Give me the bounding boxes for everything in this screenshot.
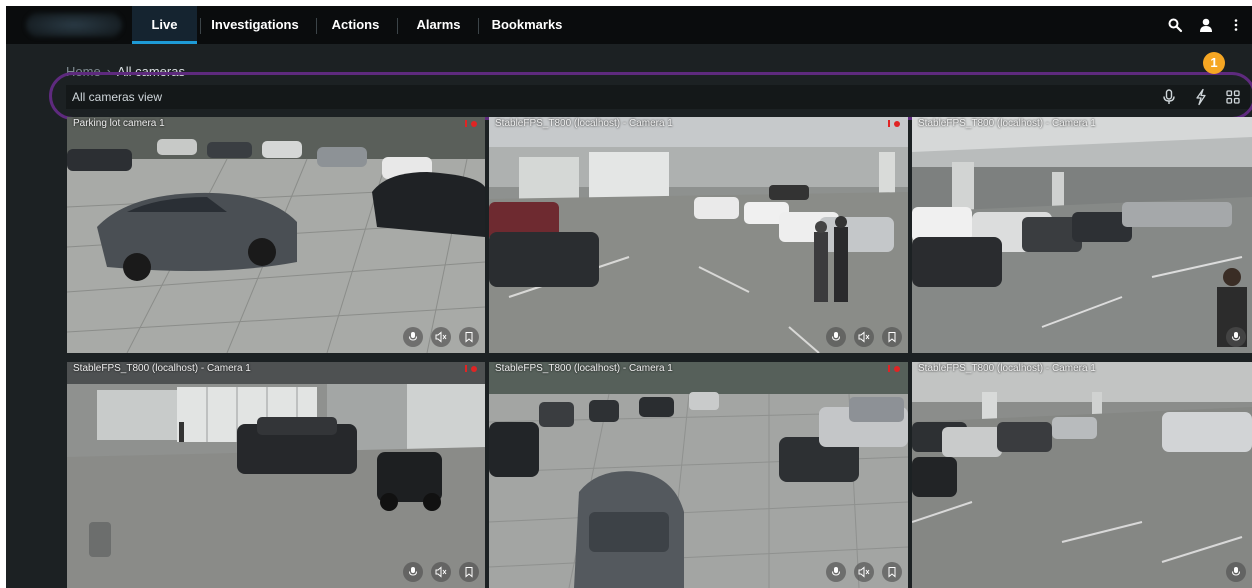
- tile-controls: [403, 327, 479, 347]
- tile-microphone-button[interactable]: [826, 562, 846, 582]
- camera-name-label: StableFPS_T800 (localhost) - Camera 1: [495, 363, 673, 374]
- app-window: Live Investigations Actions Alarms Bookm…: [6, 6, 1252, 588]
- tile-microphone-button[interactable]: [1226, 562, 1246, 582]
- recording-indicator: [465, 365, 477, 372]
- search-icon[interactable]: [1167, 17, 1183, 33]
- microphone-icon: [1232, 332, 1240, 341]
- camera-name-label: StableFPS_T800 (localhost) - Camera 1: [918, 363, 1096, 374]
- breadcrumb-separator: ›: [106, 64, 112, 78]
- tile-microphone-button[interactable]: [1226, 327, 1246, 347]
- brand-logo: [26, 13, 122, 37]
- tab-alarms[interactable]: Alarms: [407, 6, 470, 44]
- speaker-muted-icon: [858, 566, 870, 578]
- camera-tile[interactable]: StableFPS_T800 (localhost) - Camera 1: [489, 117, 908, 353]
- tile-controls: [1226, 562, 1246, 582]
- nav-divider: [316, 18, 317, 34]
- microphone-icon[interactable]: [1160, 88, 1178, 106]
- camera-feed-outdoor-parking: [67, 117, 485, 353]
- camera-tile[interactable]: Parking lot camera 1: [67, 117, 485, 353]
- tile-microphone-button[interactable]: [403, 327, 423, 347]
- tile-controls: [826, 562, 902, 582]
- tile-mute-button[interactable]: [854, 562, 874, 582]
- callout-number-badge: 1: [1203, 52, 1225, 74]
- camera-feed-outdoor-overhead: [489, 362, 908, 588]
- recording-indicator: [888, 365, 900, 372]
- camera-name-label: StableFPS_T800 (localhost) - Camera 1: [495, 118, 673, 129]
- camera-name-label: Parking lot camera 1: [73, 118, 165, 129]
- speaker-muted-icon: [435, 331, 447, 343]
- grid-layout-icon[interactable]: [1224, 88, 1242, 106]
- camera-feed-indoor-entrance: [67, 362, 485, 588]
- tile-bookmark-button[interactable]: [882, 562, 902, 582]
- bookmark-icon: [888, 567, 896, 578]
- speaker-muted-icon: [435, 566, 447, 578]
- camera-name-label: StableFPS_T800 (localhost) - Camera 1: [73, 363, 251, 374]
- view-toolbar: All cameras view: [66, 85, 1250, 109]
- bookmark-icon: [888, 332, 896, 343]
- view-title: All cameras view: [72, 90, 163, 104]
- tile-controls: [826, 327, 902, 347]
- more-vertical-icon[interactable]: [1228, 17, 1244, 33]
- tile-microphone-button[interactable]: [826, 327, 846, 347]
- lightning-icon[interactable]: [1192, 88, 1210, 106]
- tile-mute-button[interactable]: [431, 327, 451, 347]
- breadcrumb-current: All cameras: [117, 64, 185, 78]
- tile-controls: [1226, 327, 1246, 347]
- bookmark-icon: [465, 332, 473, 343]
- speaker-muted-icon: [858, 331, 870, 343]
- tile-mute-button[interactable]: [431, 562, 451, 582]
- microphone-icon: [409, 567, 417, 576]
- tab-investigations[interactable]: Investigations: [203, 6, 307, 44]
- nav-divider: [397, 18, 398, 34]
- camera-feed-garage-wide: [912, 362, 1252, 588]
- microphone-icon: [832, 567, 840, 576]
- tab-live[interactable]: Live: [132, 6, 197, 44]
- camera-tile[interactable]: StableFPS_T800 (localhost) - Camera 1: [489, 362, 908, 588]
- tile-bookmark-button[interactable]: [459, 327, 479, 347]
- breadcrumb: Home › All cameras: [66, 64, 185, 78]
- camera-feed-indoor-garage: [489, 117, 908, 353]
- tile-bookmark-button[interactable]: [459, 562, 479, 582]
- microphone-icon: [1232, 567, 1240, 576]
- tile-bookmark-button[interactable]: [882, 327, 902, 347]
- top-navigation-bar: Live Investigations Actions Alarms Bookm…: [6, 6, 1252, 44]
- microphone-icon: [832, 332, 840, 341]
- camera-tile[interactable]: StableFPS_T800 (localhost) - Camera 1: [67, 362, 485, 588]
- microphone-icon: [409, 332, 417, 341]
- camera-tile[interactable]: StableFPS_T800 (localhost) - Camera 1: [912, 362, 1252, 588]
- tile-mute-button[interactable]: [854, 327, 874, 347]
- tab-bookmarks[interactable]: Bookmarks: [486, 6, 568, 44]
- tab-actions[interactable]: Actions: [323, 6, 388, 44]
- user-icon[interactable]: [1198, 17, 1214, 33]
- tile-microphone-button[interactable]: [403, 562, 423, 582]
- tile-controls: [403, 562, 479, 582]
- recording-indicator: [465, 120, 477, 127]
- recording-indicator: [888, 120, 900, 127]
- camera-tile[interactable]: StableFPS_T800 (localhost) - Camera 1: [912, 117, 1252, 353]
- camera-name-label: StableFPS_T800 (localhost) - Camera 1: [918, 118, 1096, 129]
- nav-divider: [200, 18, 201, 34]
- breadcrumb-home[interactable]: Home: [66, 64, 101, 78]
- nav-divider: [478, 18, 479, 34]
- bookmark-icon: [465, 567, 473, 578]
- camera-feed-large-garage: [912, 117, 1252, 353]
